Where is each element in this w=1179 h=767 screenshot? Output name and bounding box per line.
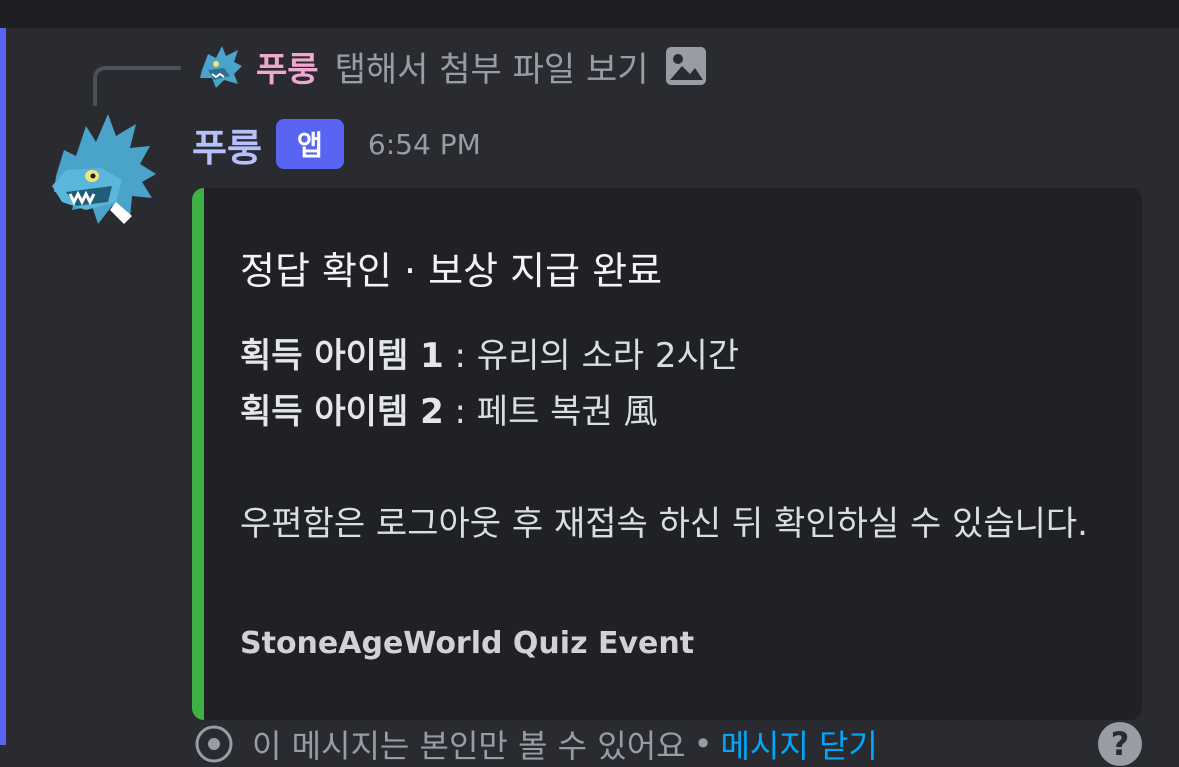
reply-avatar-icon[interactable]: [194, 40, 246, 92]
embed-note: 우편함은 로그아웃 후 재접속 하신 뒤 확인하실 수 있습니다.: [240, 504, 1088, 544]
author-name[interactable]: 푸룽: [192, 117, 262, 172]
embed-footer: StoneAgeWorld Quiz Event: [240, 626, 695, 661]
ephemeral-text: 이 메시지는 본인만 볼 수 있어요: [252, 727, 686, 765]
embed-field-row: 획득 아이템 1 : 유리의 소라 2시간: [240, 328, 1110, 384]
embed-field-label: 획득 아이템 1: [240, 336, 444, 376]
separator-dot: •: [693, 725, 713, 763]
reply-connector-line: [93, 66, 181, 106]
embed-description: 획득 아이템 1 : 유리의 소라 2시간 획득 아이템 2 : 페트 복권 風…: [240, 328, 1110, 552]
embed-title: 정답 확인 · 보상 지급 완료: [240, 249, 663, 293]
embed-field-row: 획득 아이템 2 : 페트 복권 風: [240, 384, 1110, 440]
embed-field-label: 획득 아이템 2: [240, 392, 444, 432]
mention-highlight-bar: [0, 28, 6, 745]
message-timestamp[interactable]: 6:54 PM: [368, 128, 481, 161]
image-icon[interactable]: [665, 46, 707, 86]
eye-icon: [195, 725, 233, 763]
embed-field-value: : 페트 복권 風: [443, 392, 658, 432]
ephemeral-notice: 이 메시지는 본인만 볼 수 있어요 • 메시지 닫기: [194, 721, 878, 767]
reply-text[interactable]: 탭해서 첨부 파일 보기: [335, 42, 649, 91]
top-bar: [0, 0, 1179, 28]
embed-field-value: : 유리의 소라 2시간: [443, 336, 740, 376]
help-icon[interactable]: ?: [1098, 722, 1142, 766]
dismiss-message-link[interactable]: 메시지 닫기: [720, 721, 877, 767]
message-header: 푸룽 앱 6:54 PM: [192, 116, 481, 172]
reply-reference[interactable]: 푸룽 탭해서 첨부 파일 보기: [194, 40, 707, 92]
reply-author-name[interactable]: 푸룽: [256, 42, 319, 91]
author-avatar-icon[interactable]: [46, 106, 160, 230]
message-embed: 정답 확인 · 보상 지급 완료 획득 아이템 1 : 유리의 소라 2시간 획…: [192, 188, 1142, 720]
app-badge: 앱: [275, 119, 344, 169]
